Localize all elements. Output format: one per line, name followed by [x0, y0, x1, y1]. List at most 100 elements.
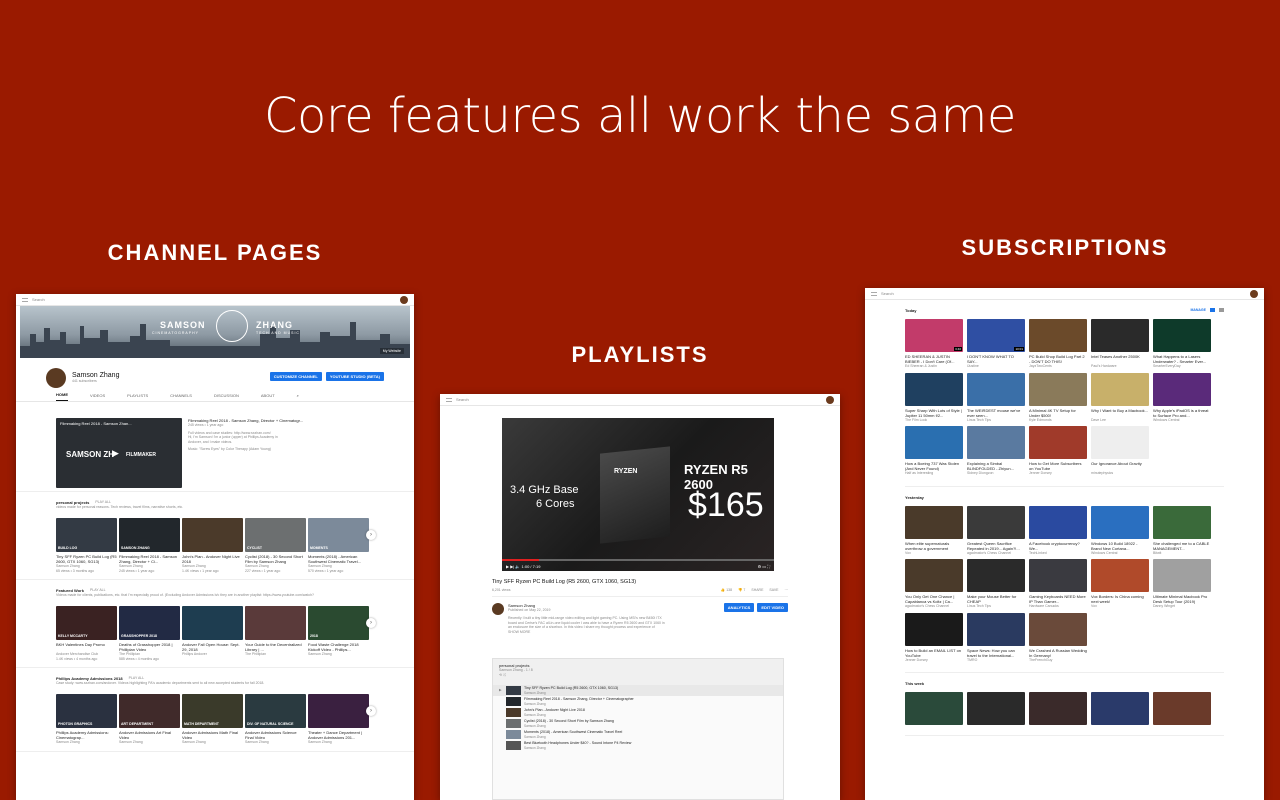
- video-tile[interactable]: Space News: How you can travel to the In…: [967, 612, 1025, 663]
- video-channel[interactable]: TechLinked: [1029, 551, 1087, 556]
- video-title[interactable]: We Crashed A Russian Wedding In Germany!: [1029, 648, 1087, 658]
- video-thumbnail[interactable]: [905, 692, 963, 725]
- share-button[interactable]: SHARE: [751, 588, 763, 593]
- video-tile[interactable]: How a Boeing 737 Was Stolen (And Never F…: [905, 426, 963, 476]
- video-thumbnail[interactable]: [1091, 692, 1149, 725]
- video-title[interactable]: Deaths of Grasshopper 2018 | Phillipian …: [119, 642, 180, 652]
- video-channel[interactable]: Linus Tech Tips: [967, 604, 1025, 609]
- video-thumbnail[interactable]: [182, 518, 243, 552]
- video-tile[interactable]: She challenged me to a CABLE MANAGEMENT.…: [1153, 505, 1211, 556]
- video-title[interactable]: Why I Want to Buy a Macbook...: [1091, 408, 1149, 418]
- video-thumbnail[interactable]: PHOTON GRAPHICS: [56, 694, 117, 728]
- video-thumbnail[interactable]: MATH DEPARTMENT: [182, 694, 243, 728]
- video-title[interactable]: PC Build Shop Build Log Part 2 - DON'T D…: [1029, 354, 1087, 364]
- video-thumbnail[interactable]: [967, 372, 1025, 406]
- video-channel[interactable]: TMRO: [967, 658, 1025, 663]
- video-channel[interactable]: Half as Interesting: [905, 471, 963, 476]
- video-thumbnail[interactable]: [905, 612, 963, 646]
- video-thumbnail[interactable]: [905, 559, 963, 592]
- edit-video-button[interactable]: EDIT VIDEO: [757, 602, 788, 612]
- save-button[interactable]: SAVE: [769, 588, 778, 593]
- video-channel[interactable]: Hardware Canucks: [1029, 604, 1087, 609]
- video-tile[interactable]: Windows 10 Build 18922 - Brand New Corta…: [1091, 505, 1149, 556]
- video-tile[interactable]: What Happens to a Lasers Underwater? - S…: [1153, 319, 1211, 369]
- video-channel[interactable]: Linus Tech Tips: [967, 418, 1025, 423]
- avatar[interactable]: [826, 395, 834, 404]
- video-title[interactable]: Cyclist (2018) - 30 Second Short Film by…: [245, 554, 306, 564]
- playlist-item-thumbnail[interactable]: [506, 708, 521, 717]
- video-title[interactable]: Our Ignorance About Gravity: [1091, 461, 1149, 471]
- video-thumbnail[interactable]: GRASSHOPPER 2018: [119, 606, 180, 640]
- menu-icon[interactable]: [871, 291, 877, 296]
- video-player[interactable]: RYZEN 3.4 GHz Base 6 Cores RYZEN R5 2600…: [502, 418, 774, 571]
- video-tile[interactable]: PC Build Shop Build Log Part 2 - DON'T D…: [1029, 319, 1087, 369]
- video-tile[interactable]: Gaming Keyboards NEED More IP Than Gamer…: [1029, 559, 1087, 609]
- video-tile[interactable]: Intel Teases Another 2500K Paul's Hardwar…: [1091, 319, 1149, 369]
- video-tile[interactable]: MOMENTS Moments (2018) - American Southwe…: [308, 518, 369, 573]
- video-thumbnail[interactable]: [967, 612, 1025, 646]
- video-thumbnail[interactable]: [1029, 426, 1087, 459]
- video-thumbnail[interactable]: [308, 694, 369, 728]
- video-channel[interactable]: minutephysics: [1091, 471, 1149, 476]
- video-tile[interactable]: Ultimate Minimal Macbook Pro Desk Setup …: [1153, 559, 1211, 609]
- video-thumbnail[interactable]: SAMSON ZHANG: [119, 518, 180, 552]
- video-tile[interactable]: We Crashed A Russian Wedding In Germany!…: [1029, 612, 1087, 663]
- video-thumbnail[interactable]: [1029, 372, 1087, 406]
- video-tile[interactable]: 10:01 I DON'T KNOW WHAT TO SAY... iJustine: [967, 319, 1025, 369]
- video-thumbnail[interactable]: [1091, 559, 1149, 592]
- video-channel[interactable]: Samson Zhang: [308, 740, 369, 745]
- video-title[interactable]: Why Apple's iPadOS is a threat to Surfac…: [1153, 408, 1211, 418]
- more-icon[interactable]: ⋯: [785, 588, 789, 593]
- playlist-item[interactable]: Filmmaking Reel 2018 - Samson Zhang, Dir…: [493, 696, 783, 707]
- video-title[interactable]: Andover Admissions Science Final Video: [245, 730, 306, 740]
- video-channel[interactable]: TheFrenchGuy: [1029, 658, 1087, 663]
- playlist-item[interactable]: ▶ Tiny SFF Ryzen PC Build Log (R5 2600, G…: [493, 685, 783, 696]
- video-title[interactable]: John's Plan - Andover Night Live 2018: [182, 554, 243, 564]
- grid-view-icon[interactable]: [1210, 308, 1215, 313]
- video-tile[interactable]: CYCLIST Cyclist (2018) - 30 Second Short …: [245, 518, 306, 573]
- tab-videos[interactable]: VIDEOS: [90, 390, 105, 401]
- video-tile[interactable]: 3:40 ED SHEERAN & JUSTIN BIEBER - I Don't…: [905, 319, 963, 369]
- video-title[interactable]: ED SHEERAN & JUSTIN BIEBER - I Don't Car…: [905, 354, 963, 364]
- video-channel[interactable]: Samson Zhang: [182, 740, 243, 745]
- playlist-item-thumbnail[interactable]: [506, 719, 521, 728]
- tab-playlists[interactable]: PLAYLISTS: [127, 390, 148, 401]
- video-title[interactable]: When elite supernaturals overthrow a gov…: [905, 541, 963, 551]
- menu-icon[interactable]: [22, 297, 28, 302]
- video-thumbnail[interactable]: ART DEPARTMENT: [119, 694, 180, 728]
- video-thumbnail[interactable]: [905, 372, 963, 406]
- video-title[interactable]: What Happens to a Lasers Underwater? - S…: [1153, 354, 1211, 364]
- video-tile[interactable]: How to Build an EMAIL LIST on YouTube Jen…: [905, 612, 963, 663]
- video-thumbnail[interactable]: MOMENTS: [308, 518, 369, 552]
- video-tile[interactable]: A Facebook cryptocurrency? We... TechLink…: [1029, 505, 1087, 556]
- video-thumbnail[interactable]: BUILD LOG: [56, 518, 117, 552]
- video-thumbnail[interactable]: [1029, 319, 1087, 352]
- video-tile[interactable]: Why I Want to Buy a Macbook... Dave Lee: [1091, 372, 1149, 423]
- video-tile[interactable]: Our Ignorance About Gravity minutephysics: [1091, 426, 1149, 476]
- video-title[interactable]: Andover Admissions Math Final Video: [182, 730, 243, 740]
- video-channel[interactable]: Jenner Dorsey: [1029, 471, 1087, 476]
- avatar[interactable]: [400, 295, 408, 304]
- video-thumbnail[interactable]: [905, 505, 963, 539]
- video-title[interactable]: A Minimal 4K TV Setup for Under $500!: [1029, 408, 1087, 418]
- video-channel[interactable]: Bitwit: [1153, 551, 1211, 556]
- playlist-item[interactable]: Moments (2018) - American Southwest Cine…: [493, 729, 783, 740]
- video-channel[interactable]: Samson Zhang: [119, 740, 180, 745]
- video-tile[interactable]: A Minimal 4K TV Setup for Under $500! Kyl…: [1029, 372, 1087, 423]
- video-title[interactable]: Andover Fall Open House: Sept. 29, 2018: [182, 642, 243, 652]
- video-tile[interactable]: BUILD LOG Tiny SFF Ryzen PC Build Log (R5…: [56, 518, 117, 573]
- video-title[interactable]: A Facebook cryptocurrency? We...: [1029, 541, 1087, 551]
- manage-link[interactable]: MANAGE: [1190, 308, 1206, 313]
- video-thumbnail[interactable]: [1029, 612, 1087, 646]
- video-channel[interactable]: Paul's Hardware: [1091, 364, 1149, 369]
- dislike-button[interactable]: 👎 7: [738, 588, 745, 593]
- youtube-studio-button[interactable]: YOUTUBE STUDIO (BETA): [325, 372, 384, 381]
- video-thumbnail[interactable]: [967, 505, 1025, 539]
- video-title[interactable]: Tiny SFF Ryzen PC Build Log (R5 2600, GT…: [56, 554, 117, 564]
- video-thumbnail[interactable]: [245, 606, 306, 640]
- video-channel[interactable]: Jenner Dorsey: [905, 658, 963, 663]
- tab-channels[interactable]: CHANNELS: [170, 390, 192, 401]
- video-thumbnail[interactable]: 3:40: [905, 319, 963, 352]
- video-title[interactable]: Vox Borders: Is China coming next week!: [1091, 594, 1149, 604]
- video-tile[interactable]: Explaining a Simbal BLINDFOLDED - Zhiyun…: [967, 426, 1025, 476]
